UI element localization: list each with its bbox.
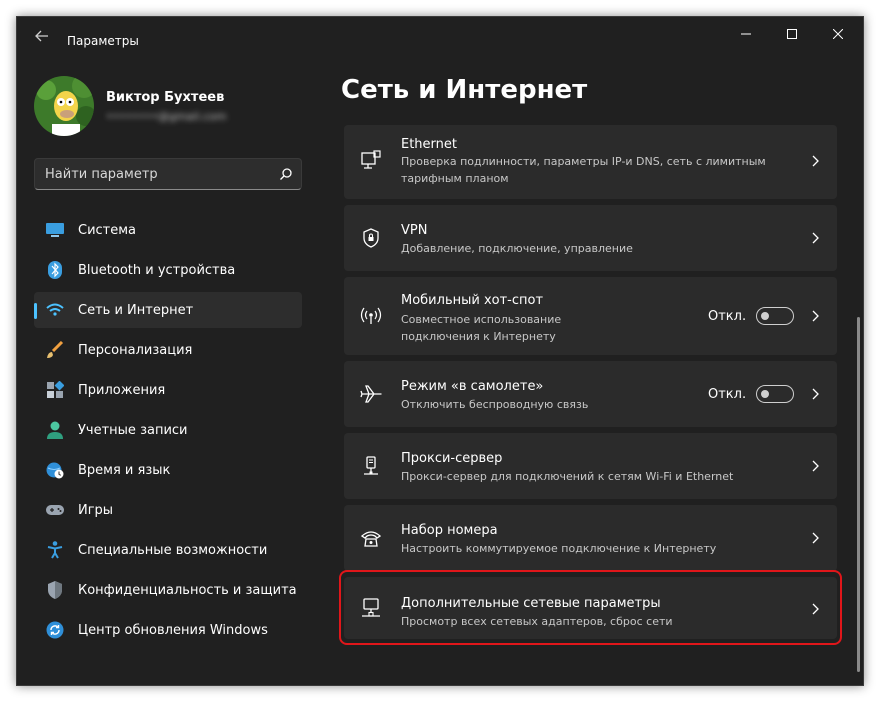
sidebar-item-network[interactable]: Сеть и Интернет xyxy=(34,292,302,328)
sidebar-item-windows-update[interactable]: Центр обновления Windows xyxy=(34,612,302,648)
sidebar-item-label: Игры xyxy=(78,503,114,518)
card-title: Режим «в самолете» xyxy=(401,379,544,394)
card-vpn[interactable]: VPN Добавление, подключение, управление xyxy=(344,205,837,271)
sidebar-item-label: Приложения xyxy=(78,383,166,398)
minimize-icon xyxy=(741,33,751,35)
gamepad-icon xyxy=(46,501,64,519)
card-title: Прокси-сервер xyxy=(401,451,503,466)
card-title: Набор номера xyxy=(401,523,498,538)
app-title: Параметры xyxy=(67,34,139,48)
title-bar: Параметры xyxy=(17,17,863,53)
chevron-right-icon xyxy=(809,387,823,401)
sidebar-nav: Система Bluetooth и устройства Сеть и Ин… xyxy=(34,212,302,652)
sidebar-item-bluetooth[interactable]: Bluetooth и устройства xyxy=(34,252,302,288)
minimize-button[interactable] xyxy=(723,17,769,51)
brush-icon xyxy=(46,341,64,359)
search-input[interactable]: Найти параметр xyxy=(45,167,158,182)
sidebar-item-label: Сеть и Интернет xyxy=(78,303,194,318)
sidebar-item-label: Персонализация xyxy=(78,343,193,358)
sidebar-item-label: Центр обновления Windows xyxy=(78,623,268,638)
sidebar-item-label: Bluetooth и устройства xyxy=(78,263,236,278)
wifi-icon xyxy=(46,301,64,319)
sidebar-item-label: Время и язык xyxy=(78,463,171,478)
card-proxy[interactable]: Прокси-сервер Прокси-сервер для подключе… xyxy=(344,433,837,499)
toggle-state-label: Откл. xyxy=(708,387,747,402)
apps-icon xyxy=(46,381,64,399)
chevron-right-icon xyxy=(809,154,823,168)
chevron-right-icon xyxy=(809,231,823,245)
card-description: Прокси-сервер для подключений к сетям Wi… xyxy=(401,470,734,483)
toggle-knob xyxy=(761,312,769,320)
card-description: подключения к Интернету xyxy=(401,330,556,343)
avatar[interactable] xyxy=(34,76,94,136)
card-description: Проверка подлинности, параметры IP-и DNS… xyxy=(401,155,766,168)
sidebar-item-time-language[interactable]: Время и язык xyxy=(34,452,302,488)
highlight-frame xyxy=(339,570,842,645)
maximize-icon xyxy=(787,29,797,39)
chevron-right-icon xyxy=(809,459,823,473)
card-description: тарифным планом xyxy=(401,172,509,185)
card-description: Совместное использование xyxy=(401,313,562,326)
sidebar-item-label: Конфиденциальность и защита xyxy=(78,583,297,598)
search-box[interactable]: Найти параметр xyxy=(34,158,302,190)
card-ethernet[interactable]: Ethernet Проверка подлинности, параметры… xyxy=(344,125,837,199)
card-description: Настроить коммутируемое подключение к Ин… xyxy=(401,542,717,555)
shield-icon xyxy=(46,581,64,599)
sidebar-item-system[interactable]: Система xyxy=(34,212,302,248)
arrow-left-icon xyxy=(35,30,48,42)
proxy-icon xyxy=(360,455,382,477)
airplane-toggle[interactable] xyxy=(756,385,794,403)
card-mobile-hotspot[interactable]: Мобильный хот-спот Совместное использова… xyxy=(344,277,837,355)
person-icon xyxy=(46,421,64,439)
sidebar-item-gaming[interactable]: Игры xyxy=(34,492,302,528)
card-title: Мобильный хот-спот xyxy=(401,293,544,308)
bluetooth-icon xyxy=(46,261,64,279)
sidebar-item-personalization[interactable]: Персонализация xyxy=(34,332,302,368)
back-button[interactable] xyxy=(31,25,53,47)
hotspot-icon xyxy=(360,305,382,327)
accessibility-icon xyxy=(46,541,64,559)
card-title: Ethernet xyxy=(401,137,457,152)
display-icon xyxy=(46,221,64,239)
search-icon[interactable] xyxy=(279,167,293,181)
card-airplane-mode[interactable]: Режим «в самолете» Отключить беспроводну… xyxy=(344,361,837,427)
dialup-icon xyxy=(360,527,382,549)
hotspot-toggle[interactable] xyxy=(756,307,794,325)
user-email: ••••••••@gmail.com xyxy=(106,110,227,123)
settings-window: Параметры Виктор Бухтеев ••••••••@gmail.… xyxy=(16,16,864,686)
card-title: VPN xyxy=(401,223,428,238)
sidebar-item-label: Специальные возможности xyxy=(78,543,268,558)
user-name: Виктор Бухтеев xyxy=(106,90,225,105)
sidebar-item-privacy[interactable]: Конфиденциальность и защита xyxy=(34,572,302,608)
toggle-knob xyxy=(761,390,769,398)
card-description: Добавление, подключение, управление xyxy=(401,242,633,255)
avatar-image xyxy=(34,76,94,136)
close-button[interactable] xyxy=(815,17,861,51)
close-icon xyxy=(833,29,843,39)
vpn-shield-icon xyxy=(360,227,382,249)
chevron-right-icon xyxy=(809,309,823,323)
sidebar-item-accounts[interactable]: Учетные записи xyxy=(34,412,302,448)
page-title: Сеть и Интернет xyxy=(341,75,588,105)
sidebar-item-label: Система xyxy=(78,223,137,238)
card-description: Отключить беспроводную связь xyxy=(401,398,589,411)
update-icon xyxy=(46,621,64,639)
ethernet-icon xyxy=(360,149,382,171)
sidebar-item-accessibility[interactable]: Специальные возможности xyxy=(34,532,302,568)
airplane-icon xyxy=(360,383,382,405)
toggle-state-label: Откл. xyxy=(708,309,747,324)
maximize-button[interactable] xyxy=(769,17,815,51)
card-dial-up[interactable]: Набор номера Настроить коммутируемое под… xyxy=(344,505,837,571)
chevron-right-icon xyxy=(809,531,823,545)
scrollbar-thumb[interactable] xyxy=(857,317,860,672)
sidebar-item-label: Учетные записи xyxy=(78,423,188,438)
sidebar-item-apps[interactable]: Приложения xyxy=(34,372,302,408)
globe-clock-icon xyxy=(46,461,64,479)
